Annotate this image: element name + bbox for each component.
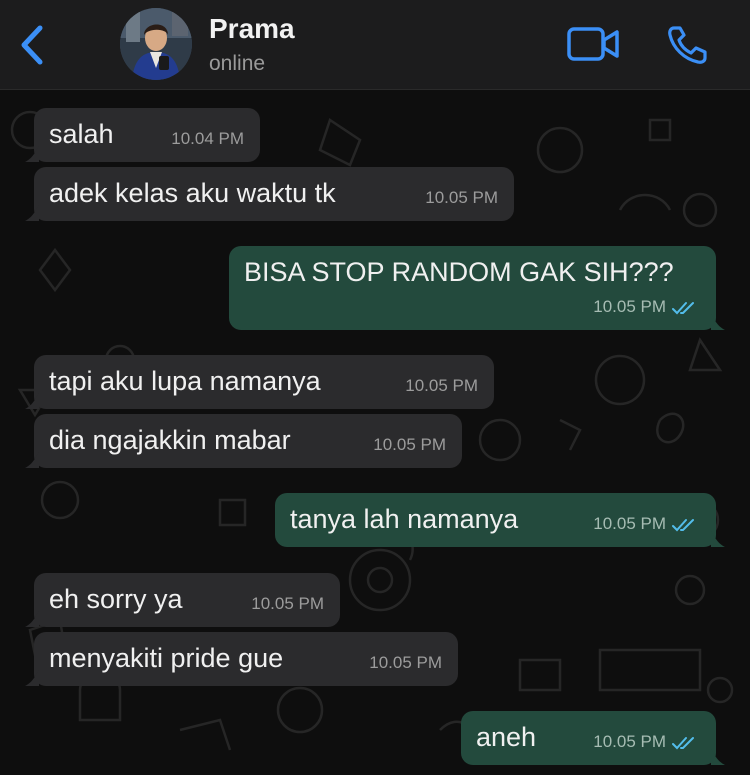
avatar[interactable] (120, 8, 192, 80)
message-time: 10.05 PM (251, 594, 324, 613)
message-text: adek kelas aku waktu tk (49, 178, 336, 208)
message-bubble-incoming[interactable]: dia ngajakkin mabar 10.05 PM (25, 414, 462, 468)
message-text: aneh (476, 722, 537, 752)
message-text: tapi aku lupa namanya (49, 366, 321, 396)
bubble-tail (25, 452, 39, 468)
message-time: 10.05 PM (405, 376, 478, 395)
phone-icon (668, 26, 707, 64)
message-bubble-outgoing[interactable]: BISA STOP RANDOM GAK SIH??? 10.05 PM (229, 246, 725, 330)
bubble-tail (711, 531, 725, 547)
message-text: menyakiti pride gue (49, 643, 284, 673)
message-text: BISA STOP RANDOM GAK SIH??? (244, 257, 674, 287)
message-list[interactable]: salah 10.04 PM adek kelas aku waktu tk 1… (0, 90, 750, 775)
bubble-tail (25, 611, 39, 627)
avatar-image (120, 8, 192, 80)
bubble-tail (711, 314, 725, 330)
video-call-button[interactable] (566, 24, 622, 64)
message-time: 10.05 PM (369, 653, 442, 672)
message-text: tanya lah namanya (290, 504, 519, 534)
back-button[interactable] (12, 22, 52, 68)
bubble-tail (25, 393, 39, 409)
message-bubble-incoming[interactable]: menyakiti pride gue 10.05 PM (25, 632, 458, 686)
message-time: 10.05 PM (425, 188, 498, 207)
message-text: salah (49, 119, 114, 149)
chevron-left-icon (21, 25, 43, 65)
message-text: dia ngajakkin mabar (49, 425, 291, 455)
message-bubble-incoming[interactable]: eh sorry ya 10.05 PM (25, 573, 340, 627)
bubble-tail (25, 670, 39, 686)
message-bubble-outgoing[interactable]: tanya lah namanya 10.05 PM (275, 493, 725, 547)
bubble-tail (711, 749, 725, 765)
bubble-tail (25, 205, 39, 221)
message-bubble-incoming[interactable]: salah 10.04 PM (25, 108, 260, 162)
message-time: 10.05 PM (593, 732, 666, 751)
message-time: 10.05 PM (373, 435, 446, 454)
message-bubble-incoming[interactable]: adek kelas aku waktu tk 10.05 PM (25, 167, 514, 221)
message-time: 10.05 PM (593, 514, 666, 533)
contact-name[interactable]: Prama (209, 13, 295, 45)
double-check-icon (672, 302, 694, 315)
message-bubble-outgoing[interactable]: aneh 10.05 PM (461, 711, 725, 765)
double-check-icon (672, 519, 694, 532)
message-time: 10.05 PM (593, 297, 666, 316)
message-text: eh sorry ya (49, 584, 183, 614)
video-camera-icon (567, 27, 619, 61)
contact-status: online (209, 52, 266, 75)
double-check-icon (672, 737, 694, 750)
bubble-tail (25, 146, 39, 162)
voice-call-button[interactable] (664, 22, 714, 68)
message-time: 10.04 PM (171, 129, 244, 148)
message-bubble-incoming[interactable]: tapi aku lupa namanya 10.05 PM (25, 355, 494, 409)
chat-header: Prama online (0, 0, 750, 90)
